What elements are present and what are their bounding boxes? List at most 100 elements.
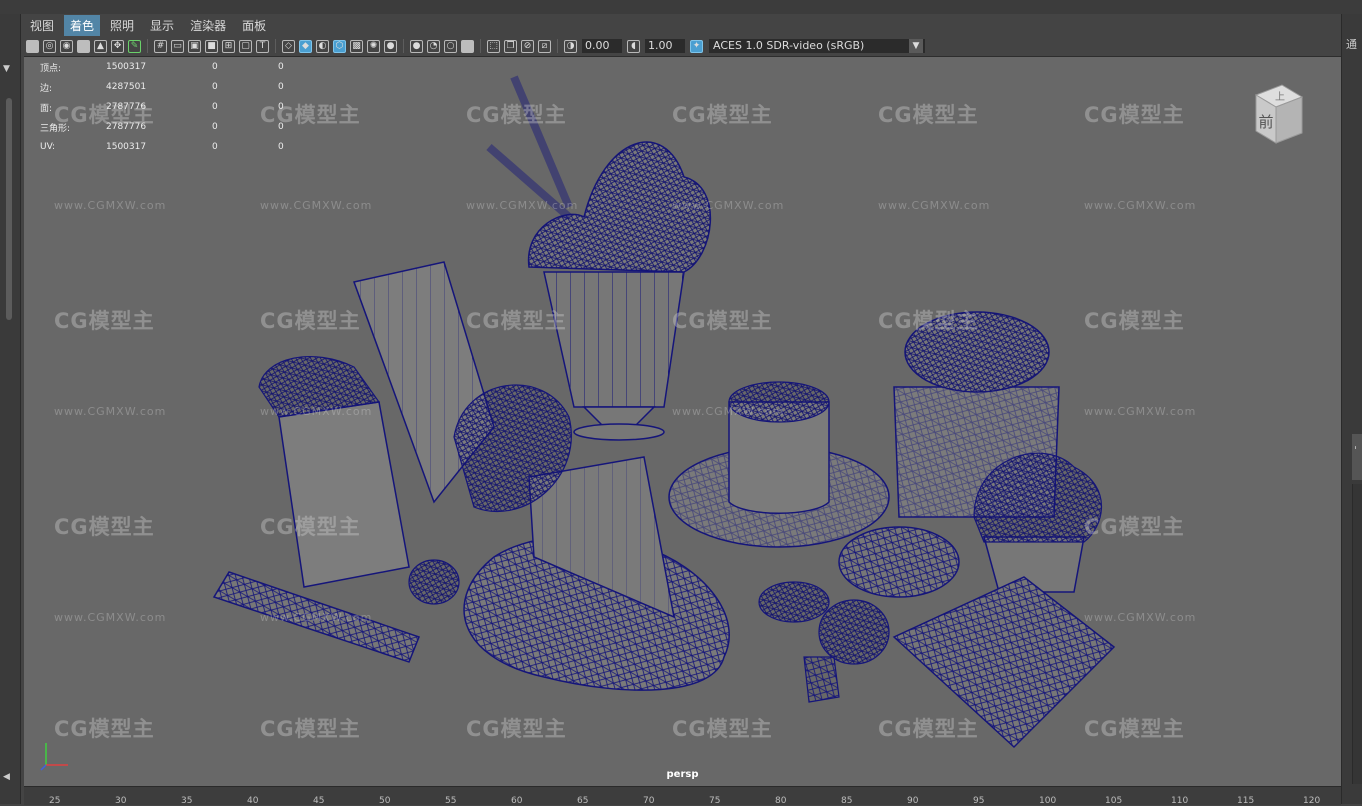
gamma-icon[interactable]: ◖ [627, 39, 640, 53]
watermark-url: www.CGMXW.com [466, 199, 579, 212]
ruler-tick-label: 115 [1237, 796, 1255, 806]
gamma-field[interactable]: 1.00 [645, 39, 685, 53]
menu-lighting[interactable]: 照明 [104, 15, 140, 36]
watermark-url: www.CGMXW.com [672, 405, 785, 418]
menu-shading[interactable]: 着色 [64, 14, 101, 36]
hud-value: 0 [212, 142, 218, 152]
bookmark-icon[interactable] [77, 39, 90, 53]
gate-mask-icon[interactable]: ■ [205, 39, 218, 53]
ruler-tick-label: 100 [1039, 796, 1057, 806]
persp-viewport[interactable]: CG模型主 CG模型主 CG模型主 CG模型主 CG模型主 CG模型主 www.… [24, 56, 1341, 787]
film-gate-icon[interactable]: ▭ [171, 39, 184, 53]
viewcube[interactable]: 上 前 [1250, 81, 1306, 151]
backface-culling-icon[interactable]: ⧄ [538, 39, 551, 53]
hud-value: 0 [278, 102, 284, 112]
watermark-logo: CG模型主 [1084, 309, 1185, 333]
watermark-logo: CG模型主 [466, 309, 567, 333]
poly-count-hud: 顶点: 1500317 0 0 边: 4287501 0 0 面: 278777… [40, 57, 318, 157]
hud-label: 顶点: [40, 63, 62, 74]
hud-value: 0 [212, 102, 218, 112]
anti-aliasing-icon[interactable]: ○ [444, 39, 457, 53]
motion-blur-icon[interactable]: ◔ [427, 39, 440, 53]
watermark-logo: CG模型主 [260, 309, 361, 333]
hud-value: 0 [212, 82, 218, 92]
color-management-icon[interactable]: ✦ [690, 39, 703, 53]
watermark-url: www.CGMXW.com [1084, 611, 1197, 624]
watermark-url: www.CGMXW.com [54, 611, 167, 624]
grease-pencil-icon[interactable]: ✎ [128, 39, 141, 53]
camera-attributes-icon[interactable]: ◎ [43, 39, 56, 53]
ruler-tick-label: 110 [1171, 796, 1189, 806]
bookmark-camera-icon[interactable]: ◉ [60, 39, 73, 53]
watermark-layer: CG模型主 CG模型主 CG模型主 CG模型主 CG模型主 CG模型主 www.… [24, 57, 1341, 787]
textured-icon[interactable]: ▩ [350, 39, 363, 53]
panel-toolbar: ◎ ◉ ▲ ✥ ✎ # ▭ ▣ ■ ⊞ ▢ T ◇ ◆ ◐ ⬡ ▩ ✺ ● ● … [24, 36, 1341, 56]
hud-value: 0 [278, 82, 284, 92]
hud-row-triangles: 三角形: 2787776 0 0 [40, 117, 318, 137]
wireframe-on-shaded-icon[interactable]: ⬡ [333, 39, 346, 53]
watermark-url: www.CGMXW.com [260, 611, 373, 624]
watermark-url: www.CGMXW.com [672, 199, 785, 212]
hud-value: 2787776 [106, 122, 147, 132]
hud-label: 面: [40, 103, 53, 114]
chevron-down-icon[interactable]: ▼ [909, 39, 923, 53]
watermark-logo: CG模型主 [878, 309, 979, 333]
time-ruler[interactable]: 25 30 35 40 45 50 55 60 65 70 75 80 85 9… [24, 786, 1341, 806]
watermark-url: www.CGMXW.com [54, 199, 167, 212]
menu-renderer[interactable]: 渲染器 [184, 15, 232, 36]
expand-arrow-icon[interactable]: ◀ [3, 772, 10, 782]
watermark-url: www.CGMXW.com [1084, 199, 1197, 212]
watermark-logo: CG模型主 [672, 717, 773, 741]
ruler-tick-label: 95 [973, 796, 985, 806]
watermark-logo: CG模型主 [466, 103, 567, 127]
grid-icon[interactable]: # [154, 39, 167, 53]
screen-space-ao-icon[interactable]: ● [410, 39, 423, 53]
field-chart-icon[interactable]: ⊞ [222, 39, 235, 53]
resolution-gate-icon[interactable]: ▣ [188, 39, 201, 53]
view-transform-value: ACES 1.0 SDR-video (sRGB) [713, 39, 865, 52]
xray-joints-icon[interactable]: ⊘ [521, 39, 534, 53]
ruler-tick-label: 55 [445, 796, 457, 806]
collapse-arrow-icon[interactable]: ▼ [3, 64, 10, 74]
menu-show[interactable]: 显示 [144, 15, 180, 36]
left-scrollbar[interactable] [6, 98, 12, 320]
exposure-field[interactable]: 0.00 [582, 39, 622, 53]
menu-panels[interactable]: 面板 [236, 15, 272, 36]
shadows-icon[interactable]: ● [384, 39, 397, 53]
safe-action-icon[interactable]: ▢ [239, 39, 252, 53]
smooth-shade-icon[interactable]: ◆ [299, 39, 312, 53]
hud-row-faces: 面: 2787776 0 0 [40, 97, 318, 117]
ruler-tick-label: 25 [49, 796, 61, 806]
watermark-url: www.CGMXW.com [54, 405, 167, 418]
watermark-logo: CG模型主 [878, 103, 979, 127]
wireframe-icon[interactable]: ◇ [282, 39, 295, 53]
watermark-logo: CG模型主 [672, 309, 773, 333]
hud-row-edges: 边: 4287501 0 0 [40, 77, 318, 97]
xray-icon[interactable]: ❐ [504, 39, 517, 53]
right-panel-scrollbar[interactable] [1352, 484, 1362, 784]
watermark-url: www.CGMXW.com [260, 405, 373, 418]
isolate-select-icon[interactable]: ⬚ [487, 39, 500, 53]
menu-view[interactable]: 视图 [24, 15, 60, 36]
watermark-url: www.CGMXW.com [1084, 405, 1197, 418]
view-transform-dropdown[interactable]: ACES 1.0 SDR-video (sRGB) ▼ [709, 39, 925, 53]
safe-title-icon[interactable]: T [256, 39, 269, 53]
ruler-tick-label: 45 [313, 796, 325, 806]
watermark-url: www.CGMXW.com [260, 199, 373, 212]
lights-icon[interactable]: ✺ [367, 39, 380, 53]
hud-value: 2787776 [106, 102, 147, 112]
watermark-logo: CG模型主 [54, 309, 155, 333]
camera-select-icon[interactable] [26, 39, 39, 53]
image-plane-icon[interactable]: ▲ [94, 39, 107, 53]
title-strip [0, 0, 1362, 14]
right-panel-tab[interactable] [1352, 434, 1362, 480]
default-material-icon[interactable]: ◐ [316, 39, 329, 53]
exposure-icon[interactable]: ◑ [564, 39, 577, 53]
watermark-logo: CG模型主 [54, 515, 155, 539]
hud-row-uvs: UV: 1500317 0 0 [40, 137, 318, 157]
watermark-url: www.CGMXW.com [878, 199, 991, 212]
2d-pan-zoom-icon[interactable]: ✥ [111, 39, 124, 53]
right-panel: 通 ˈ [1341, 14, 1362, 804]
depth-of-field-icon[interactable] [461, 39, 474, 53]
right-panel-tab-icon: ˈ [1354, 444, 1358, 457]
